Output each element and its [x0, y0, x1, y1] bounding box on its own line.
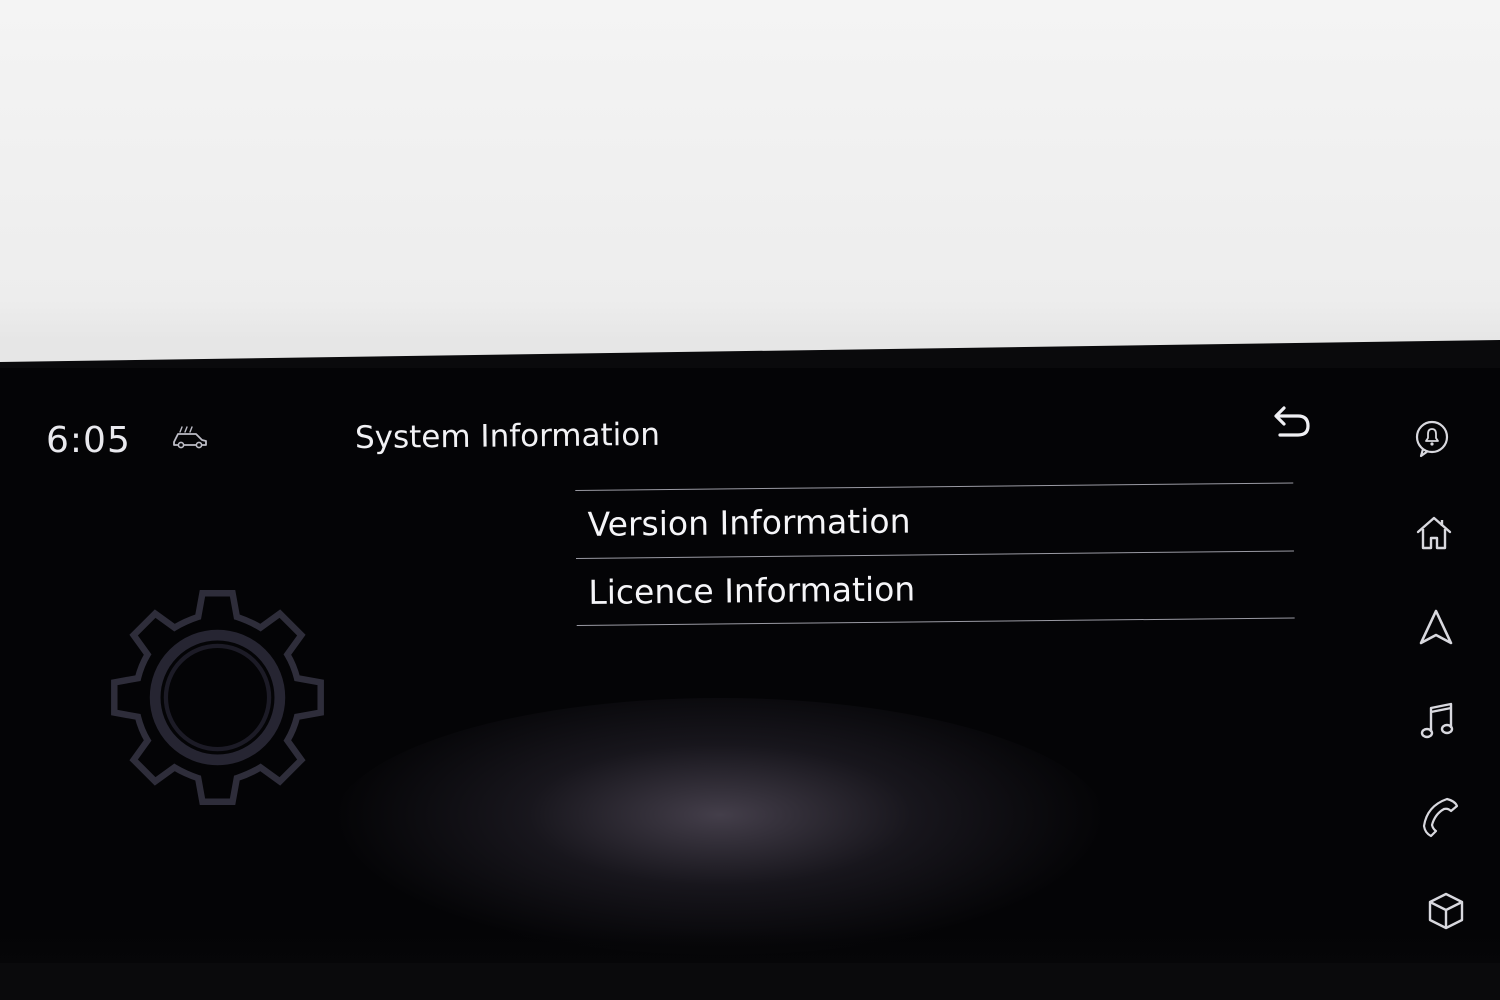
- music-icon[interactable]: [1415, 698, 1461, 744]
- home-icon[interactable]: [1411, 510, 1457, 556]
- menu-item-version-information[interactable]: Version Information: [575, 482, 1294, 558]
- car-icon: [173, 426, 207, 449]
- system-info-menu: Version Information Licence Information: [575, 482, 1295, 626]
- page-title: System Information: [354, 416, 661, 456]
- phone-icon[interactable]: [1417, 792, 1463, 838]
- menu-item-label: Version Information: [587, 501, 911, 544]
- back-arrow-icon[interactable]: [1266, 402, 1314, 442]
- apps-cube-icon[interactable]: [1423, 888, 1469, 934]
- infotainment-screen: 6:05 System Information Version Informat…: [0, 368, 1500, 963]
- menu-item-label: Licence Information: [588, 568, 916, 612]
- clock: 6:05: [46, 420, 131, 461]
- gear-icon: [111, 590, 324, 805]
- screen-bottom-shade: [0, 928, 1500, 963]
- notification-bell-icon[interactable]: [1409, 416, 1455, 462]
- right-sidebar: [1395, 398, 1485, 958]
- background-glow: [330, 698, 1110, 958]
- navigation-icon[interactable]: [1413, 604, 1459, 650]
- menu-item-licence-information[interactable]: Licence Information: [576, 550, 1295, 626]
